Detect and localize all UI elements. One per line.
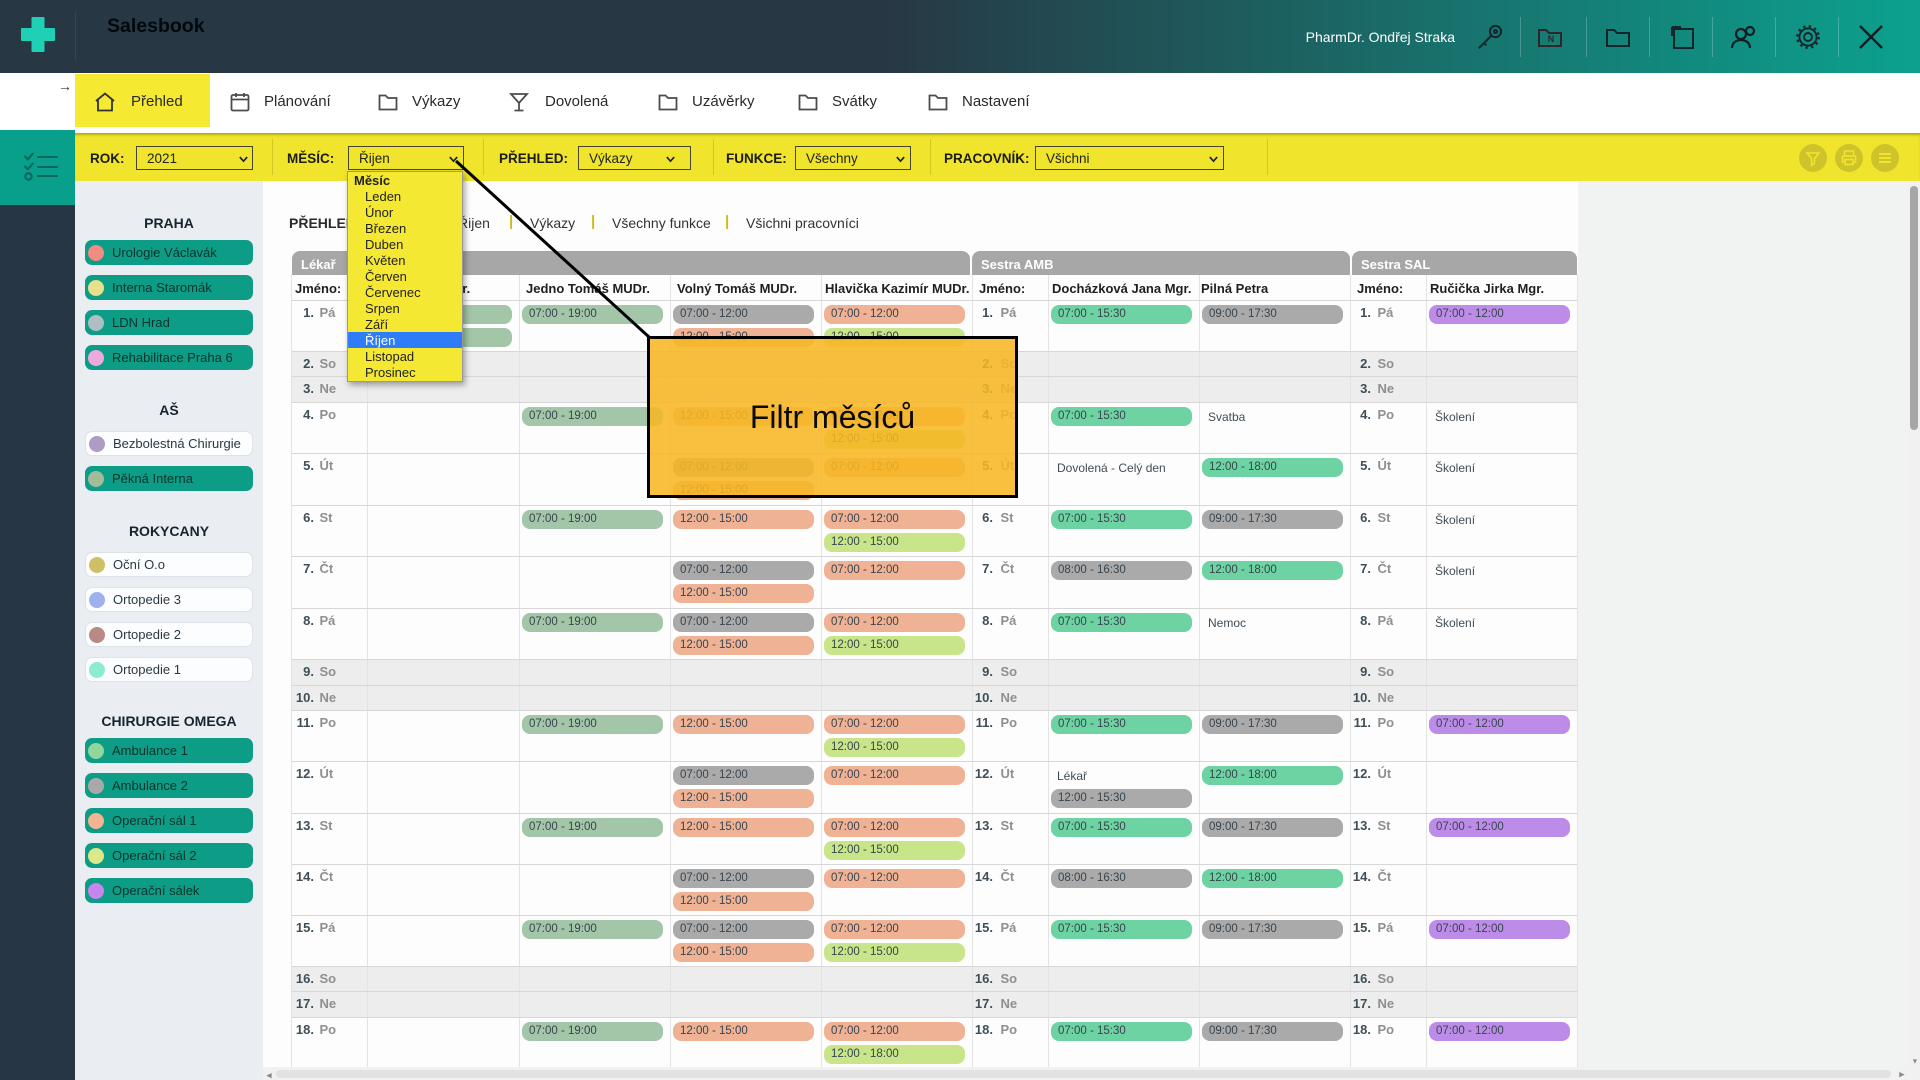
svg-text:N: N bbox=[1548, 34, 1555, 44]
